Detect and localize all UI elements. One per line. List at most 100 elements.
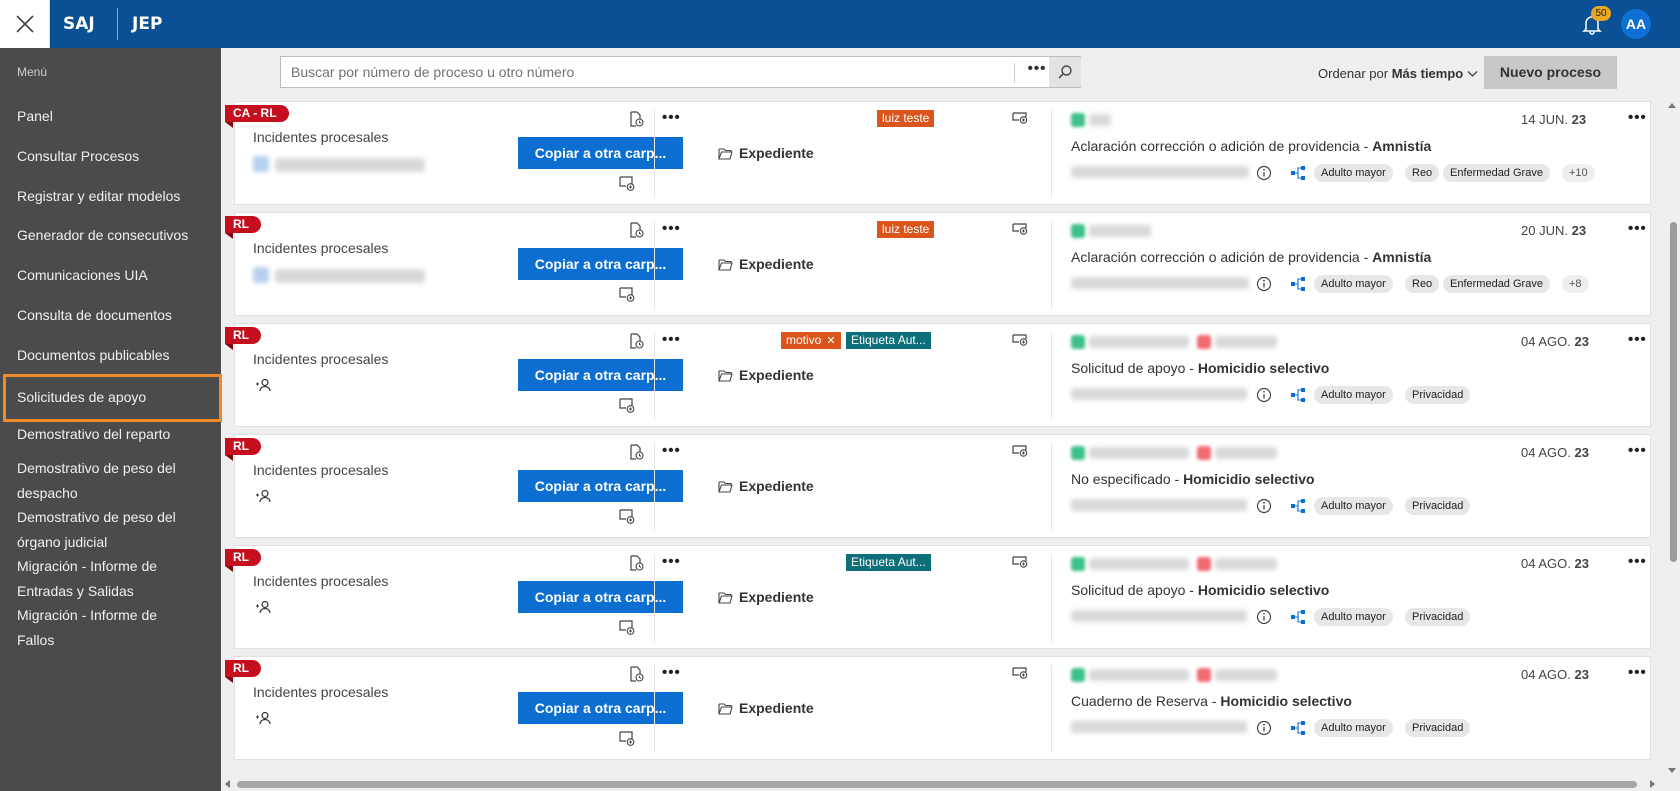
expediente-link[interactable]: Expediente — [739, 700, 814, 716]
scroll-down-arrow-icon[interactable] — [1668, 768, 1676, 773]
add-label-icon[interactable] — [1012, 443, 1028, 459]
sidebar-item-peso-despacho[interactable]: Demostrativo de peso del despacho — [17, 456, 212, 506]
info-icon[interactable] — [1256, 720, 1272, 736]
card-menu-button[interactable]: ••• — [1628, 109, 1647, 126]
add-comment-icon[interactable] — [619, 286, 635, 302]
sidebar-item-comunicaciones-uia[interactable]: Comunicaciones UIA — [17, 263, 212, 288]
label-tag[interactable]: luiz teste — [877, 221, 935, 238]
add-label-icon[interactable] — [1012, 110, 1028, 126]
process-card[interactable]: RL Incidentes procesales ••• Copiar a otra … — [225, 434, 1651, 538]
date-year: 23 — [1574, 445, 1589, 460]
document-history-icon[interactable] — [628, 111, 644, 127]
add-label-icon[interactable] — [1012, 665, 1028, 681]
process-card[interactable]: RL Incidentes procesales ••• Copiar a otra … — [225, 656, 1651, 760]
card-menu-button[interactable]: ••• — [1628, 553, 1647, 570]
hierarchy-icon[interactable] — [1290, 498, 1306, 514]
info-icon[interactable] — [1256, 498, 1272, 514]
hierarchy-icon[interactable] — [1290, 165, 1306, 181]
sidebar-item-migracion-entradas[interactable]: Migración - Informe de Entradas y Salida… — [17, 554, 212, 604]
user-avatar[interactable]: AA — [1621, 9, 1651, 39]
copy-to-folder-button[interactable]: Copiar a otra carp... — [518, 359, 683, 391]
document-history-icon[interactable] — [628, 444, 644, 460]
label-tag[interactable]: Etiqueta Aut... — [846, 554, 931, 571]
card-menu-button[interactable]: ••• — [1628, 664, 1647, 681]
process-card[interactable]: RL Incidentes procesales ••• Copiar a otra … — [225, 212, 1651, 316]
expediente-link[interactable]: Expediente — [739, 589, 814, 605]
label-tag[interactable]: motivo ✕ — [781, 332, 841, 349]
label-tag[interactable]: Etiqueta Aut... — [846, 332, 931, 349]
redacted-text — [275, 158, 425, 172]
copy-to-folder-button[interactable]: Copiar a otra carp... — [518, 470, 683, 502]
scroll-right-arrow-icon[interactable] — [1650, 780, 1655, 788]
info-icon[interactable] — [1256, 387, 1272, 403]
copy-to-folder-button[interactable]: Copiar a otra carp... — [518, 248, 683, 280]
scroll-up-arrow-icon[interactable] — [1668, 103, 1676, 108]
more-chips-button[interactable]: +8 — [1562, 275, 1589, 293]
card-options-button[interactable]: ••• — [662, 664, 681, 681]
info-icon[interactable] — [1256, 609, 1272, 625]
search-options-button[interactable]: ••• — [1026, 60, 1048, 84]
search-button[interactable] — [1049, 57, 1081, 87]
process-card[interactable]: CA - RL Incidentes procesales ••• Copiar a … — [225, 101, 1651, 205]
add-comment-icon[interactable] — [619, 508, 635, 524]
search-input[interactable] — [291, 62, 1011, 82]
brand-jep[interactable]: JEP — [132, 14, 162, 34]
document-history-icon[interactable] — [628, 333, 644, 349]
sidebar-item-demostrativo-reparto[interactable]: Demostrativo del reparto — [17, 422, 212, 447]
hierarchy-icon[interactable] — [1290, 609, 1306, 625]
expediente-link[interactable]: Expediente — [739, 367, 814, 383]
info-icon[interactable] — [1256, 165, 1272, 181]
add-comment-icon[interactable] — [619, 619, 635, 635]
process-card[interactable]: RL Incidentes procesales ••• Copiar a otra … — [225, 545, 1651, 649]
remove-tag-icon[interactable]: ✕ — [826, 335, 835, 347]
add-label-icon[interactable] — [1012, 554, 1028, 570]
info-icon[interactable] — [1256, 276, 1272, 292]
card-divider — [654, 221, 655, 309]
copy-to-folder-button[interactable]: Copiar a otra carp... — [518, 692, 683, 724]
scroll-left-arrow-icon[interactable] — [225, 780, 230, 788]
add-comment-icon[interactable] — [619, 175, 635, 191]
document-history-icon[interactable] — [628, 222, 644, 238]
copy-to-folder-button[interactable]: Copiar a otra carp... — [518, 581, 683, 613]
document-history-icon[interactable] — [628, 555, 644, 571]
sidebar-item-registrar-modelos[interactable]: Registrar y editar modelos — [17, 184, 212, 209]
card-options-button[interactable]: ••• — [662, 331, 681, 348]
hierarchy-icon[interactable] — [1290, 387, 1306, 403]
card-menu-button[interactable]: ••• — [1628, 220, 1647, 237]
add-label-icon[interactable] — [1012, 221, 1028, 237]
add-comment-icon[interactable] — [619, 730, 635, 746]
label-tag[interactable]: luiz teste — [877, 110, 935, 127]
vertical-scrollbar-thumb[interactable] — [1670, 222, 1677, 562]
sidebar-item-panel[interactable]: Panel — [17, 104, 212, 129]
document-history-icon[interactable] — [628, 666, 644, 682]
brand-saj[interactable]: SAJ — [63, 14, 95, 34]
hierarchy-icon[interactable] — [1290, 720, 1306, 736]
close-menu-button[interactable] — [0, 0, 50, 48]
process-card[interactable]: RL Incidentes procesales ••• Copiar a otra … — [225, 323, 1651, 427]
copy-to-folder-button[interactable]: Copiar a otra carp... — [518, 137, 683, 169]
sidebar-item-peso-organo[interactable]: Demostrativo de peso del órgano judicial — [17, 505, 212, 555]
expediente-link[interactable]: Expediente — [739, 145, 814, 161]
card-options-button[interactable]: ••• — [662, 553, 681, 570]
expediente-link[interactable]: Expediente — [739, 478, 814, 494]
sidebar-item-consulta-documentos[interactable]: Consulta de documentos — [17, 303, 212, 328]
expediente-link[interactable]: Expediente — [739, 256, 814, 272]
more-chips-button[interactable]: +10 — [1562, 164, 1595, 182]
card-options-button[interactable]: ••• — [662, 220, 681, 237]
new-process-button[interactable]: Nuevo proceso — [1484, 56, 1617, 89]
card-menu-button[interactable]: ••• — [1628, 442, 1647, 459]
sidebar-item-consultar-procesos[interactable]: Consultar Procesos — [17, 144, 212, 169]
sort-control[interactable]: Ordenar por Más tiempo — [1318, 66, 1478, 81]
sidebar-item-migracion-fallos[interactable]: Migración - Informe de Fallos — [17, 603, 212, 653]
card-options-button[interactable]: ••• — [662, 442, 681, 459]
folder-icon — [718, 148, 733, 160]
sidebar-item-solicitudes-apoyo[interactable]: Solicitudes de apoyo — [3, 374, 222, 422]
hierarchy-icon[interactable] — [1290, 276, 1306, 292]
card-options-button[interactable]: ••• — [662, 109, 681, 126]
card-menu-button[interactable]: ••• — [1628, 331, 1647, 348]
add-label-icon[interactable] — [1012, 332, 1028, 348]
add-comment-icon[interactable] — [619, 397, 635, 413]
sidebar-item-documentos-publicables[interactable]: Documentos publicables — [17, 343, 212, 368]
sidebar-item-generador-consecutivos[interactable]: Generador de consecutivos — [17, 223, 212, 248]
horizontal-scrollbar-thumb[interactable] — [237, 781, 1637, 788]
